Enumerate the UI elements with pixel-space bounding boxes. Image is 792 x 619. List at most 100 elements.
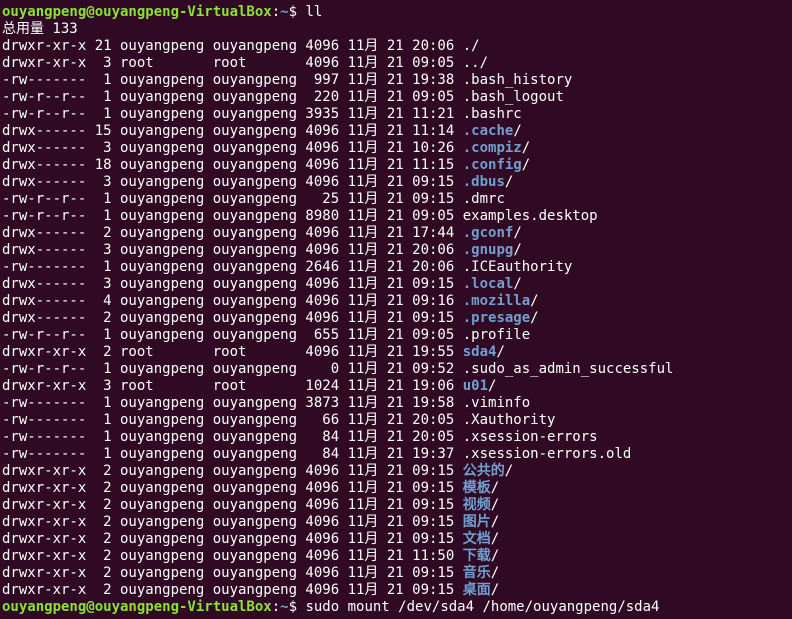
file-name: examples.desktop bbox=[462, 208, 598, 224]
command-text: ll bbox=[305, 4, 323, 20]
entry-meta: drwxr-xr-x 2 ouyangpeng ouyangpeng 4096 … bbox=[2, 565, 463, 581]
entry-meta: drwxr-xr-x 21 ouyangpeng ouyangpeng 4096… bbox=[2, 38, 463, 54]
listing-row: -rw-r--r-- 1 ouyangpeng ouyangpeng 25 11… bbox=[2, 191, 792, 208]
prompt-path: ~ bbox=[280, 599, 289, 615]
entry-meta: -rw------- 1 ouyangpeng ouyangpeng 84 11… bbox=[2, 446, 463, 462]
listing-row: drwx------ 18 ouyangpeng ouyangpeng 4096… bbox=[2, 157, 792, 174]
entry-meta: drwx------ 2 ouyangpeng ouyangpeng 4096 … bbox=[2, 225, 463, 241]
entry-meta: -rw-r--r-- 1 ouyangpeng ouyangpeng 3935 … bbox=[2, 106, 463, 122]
listing-row: drwxr-xr-x 2 ouyangpeng ouyangpeng 4096 … bbox=[2, 480, 792, 497]
directory-suffix: / bbox=[496, 344, 505, 360]
listing-row: drwx------ 15 ouyangpeng ouyangpeng 4096… bbox=[2, 123, 792, 140]
entry-meta: drwx------ 3 ouyangpeng ouyangpeng 4096 … bbox=[2, 242, 463, 258]
listing-row: drwxr-xr-x 3 root root 4096 11月 21 09:05… bbox=[2, 55, 792, 72]
entry-meta: drwx------ 4 ouyangpeng ouyangpeng 4096 … bbox=[2, 293, 463, 309]
directory-suffix: / bbox=[530, 293, 539, 309]
directory-suffix: / bbox=[504, 174, 514, 190]
file-name: .bash_logout bbox=[462, 89, 564, 105]
listing-row: drwx------ 3 ouyangpeng ouyangpeng 4096 … bbox=[2, 174, 792, 191]
directory-name: 公共的 bbox=[462, 463, 505, 479]
entry-meta: drwxr-xr-x 2 ouyangpeng ouyangpeng 4096 … bbox=[2, 497, 463, 513]
entry-meta: drwxr-xr-x 2 ouyangpeng ouyangpeng 4096 … bbox=[2, 463, 463, 479]
listing-row: -rw-r--r-- 1 ouyangpeng ouyangpeng 0 11月… bbox=[2, 361, 792, 378]
entry-meta: drwxr-xr-x 3 root root 1024 11月 21 19:06 bbox=[2, 378, 463, 394]
directory-suffix: / bbox=[490, 497, 500, 513]
listing-row: drwxr-xr-x 2 ouyangpeng ouyangpeng 4096 … bbox=[2, 531, 792, 548]
listing-row: drwxr-xr-x 2 ouyangpeng ouyangpeng 4096 … bbox=[2, 497, 792, 514]
file-name: .Xauthority bbox=[462, 412, 556, 428]
file-name: ../ bbox=[462, 55, 489, 71]
directory-suffix: / bbox=[490, 531, 500, 547]
file-name: .xsession-errors.old bbox=[462, 446, 632, 462]
entry-meta: -rw------- 1 ouyangpeng ouyangpeng 3873 … bbox=[2, 395, 463, 411]
listing-row: drwxr-xr-x 21 ouyangpeng ouyangpeng 4096… bbox=[2, 38, 792, 55]
command-input[interactable]: sudo mount /dev/sda4 /home/ouyangpeng/sd… bbox=[305, 599, 659, 615]
directory-name: 视频 bbox=[462, 497, 491, 513]
entry-meta: -rw-r--r-- 1 ouyangpeng ouyangpeng 0 11月… bbox=[2, 361, 463, 377]
entry-meta: drwxr-xr-x 2 ouyangpeng ouyangpeng 4096 … bbox=[2, 514, 463, 530]
directory-name: .gnupg bbox=[462, 242, 514, 258]
file-name: .xsession-errors bbox=[462, 429, 598, 445]
directory-name: .local bbox=[462, 276, 514, 292]
directory-name: .dbus bbox=[462, 174, 505, 190]
entry-meta: drwx------ 3 ouyangpeng ouyangpeng 4096 … bbox=[2, 140, 463, 156]
listing-row: drwx------ 2 ouyangpeng ouyangpeng 4096 … bbox=[2, 225, 792, 242]
directory-name: .presage bbox=[462, 310, 531, 326]
entry-meta: -rw-r--r-- 1 ouyangpeng ouyangpeng 655 1… bbox=[2, 327, 463, 343]
directory-name: u01 bbox=[462, 378, 489, 394]
listing-row: -rw-r--r-- 1 ouyangpeng ouyangpeng 3935 … bbox=[2, 106, 792, 123]
directory-suffix: / bbox=[521, 140, 531, 156]
directory-name: 图片 bbox=[462, 514, 491, 530]
directory-name: .config bbox=[462, 157, 522, 173]
entry-meta: -rw------- 1 ouyangpeng ouyangpeng 2646 … bbox=[2, 259, 463, 275]
file-name: .profile bbox=[462, 327, 531, 343]
directory-suffix: / bbox=[513, 242, 522, 258]
listing-row: -rw------- 1 ouyangpeng ouyangpeng 84 11… bbox=[2, 429, 792, 446]
entry-meta: drwxr-xr-x 3 root root 4096 11月 21 09:05 bbox=[2, 55, 463, 71]
directory-name: 音乐 bbox=[462, 565, 491, 581]
directory-name: 下载 bbox=[462, 548, 491, 564]
listing-row: drwxr-xr-x 3 root root 1024 11月 21 19:06… bbox=[2, 378, 792, 395]
prompt-symbol: $ bbox=[288, 599, 306, 615]
listing-row: -rw-r--r-- 1 ouyangpeng ouyangpeng 655 1… bbox=[2, 327, 792, 344]
directory-suffix: / bbox=[504, 463, 514, 479]
directory-name: 模板 bbox=[462, 480, 491, 496]
listing-row: drwx------ 4 ouyangpeng ouyangpeng 4096 … bbox=[2, 293, 792, 310]
listing-row: -rw------- 1 ouyangpeng ouyangpeng 997 1… bbox=[2, 72, 792, 89]
listing-row: drwxr-xr-x 2 ouyangpeng ouyangpeng 4096 … bbox=[2, 565, 792, 582]
listing-row: -rw------- 1 ouyangpeng ouyangpeng 2646 … bbox=[2, 259, 792, 276]
directory-name: .cache bbox=[462, 123, 514, 139]
directory-suffix: / bbox=[530, 310, 539, 326]
prompt-separator: : bbox=[271, 599, 281, 615]
listing-row: drwx------ 3 ouyangpeng ouyangpeng 4096 … bbox=[2, 276, 792, 293]
directory-suffix: / bbox=[490, 514, 500, 530]
listing-row: drwxr-xr-x 2 ouyangpeng ouyangpeng 4096 … bbox=[2, 514, 792, 531]
entry-meta: drwx------ 2 ouyangpeng ouyangpeng 4096 … bbox=[2, 310, 463, 326]
listing-row: -rw------- 1 ouyangpeng ouyangpeng 3873 … bbox=[2, 395, 792, 412]
listing-row: -rw-r--r-- 1 ouyangpeng ouyangpeng 220 1… bbox=[2, 89, 792, 106]
directory-suffix: / bbox=[513, 123, 522, 139]
listing-row: -rw------- 1 ouyangpeng ouyangpeng 84 11… bbox=[2, 446, 792, 463]
directory-suffix: / bbox=[490, 565, 500, 581]
file-name: ./ bbox=[462, 38, 480, 54]
entry-meta: drwxr-xr-x 2 ouyangpeng ouyangpeng 4096 … bbox=[2, 480, 463, 496]
entry-meta: drwx------ 3 ouyangpeng ouyangpeng 4096 … bbox=[2, 276, 463, 292]
listing-row: drwxr-xr-x 2 ouyangpeng ouyangpeng 4096 … bbox=[2, 463, 792, 480]
entry-meta: drwx------ 3 ouyangpeng ouyangpeng 4096 … bbox=[2, 174, 463, 190]
entry-meta: -rw------- 1 ouyangpeng ouyangpeng 997 1… bbox=[2, 72, 463, 88]
prompt-line-last[interactable]: ouyangpeng@ouyangpeng-VirtualBox:~$ sudo… bbox=[2, 599, 792, 616]
entry-meta: -rw-r--r-- 1 ouyangpeng ouyangpeng 25 11… bbox=[2, 191, 463, 207]
prompt-line-first: ouyangpeng@ouyangpeng-VirtualBox:~$ ll bbox=[2, 4, 792, 21]
directory-name: 桌面 bbox=[462, 582, 491, 598]
entry-meta: -rw------- 1 ouyangpeng ouyangpeng 66 11… bbox=[2, 412, 463, 428]
directory-suffix: / bbox=[490, 582, 500, 598]
terminal-window[interactable]: ouyangpeng@ouyangpeng-VirtualBox:~$ ll 总… bbox=[0, 0, 792, 619]
directory-suffix: / bbox=[513, 225, 522, 241]
total-line: 总用量 133 bbox=[2, 21, 78, 37]
directory-suffix: / bbox=[488, 378, 497, 394]
directory-name: sda4 bbox=[462, 344, 497, 360]
directory-suffix: / bbox=[490, 480, 500, 496]
file-name: .bashrc bbox=[462, 106, 522, 122]
entry-meta: -rw------- 1 ouyangpeng ouyangpeng 84 11… bbox=[2, 429, 463, 445]
entry-meta: drwxr-xr-x 2 root root 4096 11月 21 19:55 bbox=[2, 344, 463, 360]
